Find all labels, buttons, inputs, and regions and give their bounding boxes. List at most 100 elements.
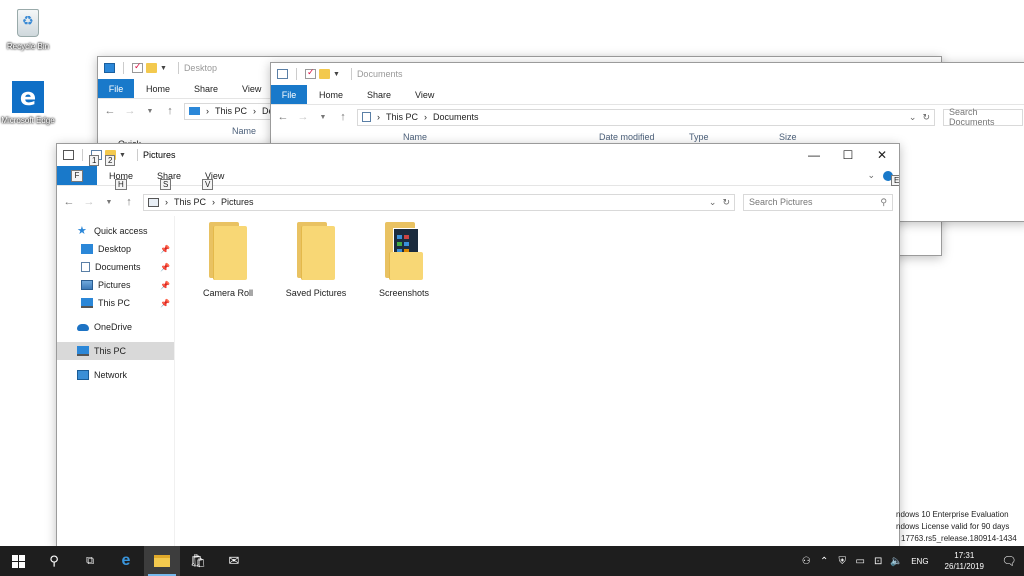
desktop-icon-label: Recycle Bin: [6, 42, 50, 51]
language-indicator[interactable]: ENG: [905, 557, 934, 566]
search-input[interactable]: Search Pictures ⚲: [743, 193, 893, 211]
volume-icon[interactable]: 🔈: [888, 546, 904, 576]
explorer-window-pictures[interactable]: ▼ Pictures — ☐ ✕ 1 2 F Home Share View ⌄…: [56, 143, 900, 547]
network-icon[interactable]: ⊡: [870, 546, 886, 576]
mail-button[interactable]: ✉: [216, 546, 252, 576]
sidebar-item-this-pc[interactable]: This PC: [57, 342, 174, 360]
folder-icon: [207, 222, 249, 280]
tab-view[interactable]: View: [230, 79, 273, 98]
sidebar-item-quick-access[interactable]: ★ Quick access: [57, 222, 174, 240]
up-icon[interactable]: ↑: [337, 111, 349, 123]
desktop-icon: [81, 244, 93, 254]
back-icon[interactable]: ←: [104, 105, 116, 117]
folder-item-screenshots[interactable]: Screenshots: [359, 222, 449, 298]
edge-button[interactable]: e: [108, 546, 144, 576]
properties-icon[interactable]: [305, 67, 316, 79]
back-icon[interactable]: ←: [277, 111, 289, 123]
security-icon[interactable]: ⛨: [834, 546, 850, 576]
desktop-icon-recycle-bin[interactable]: Recycle Bin: [0, 6, 56, 52]
sidebar-item-network[interactable]: Network: [57, 366, 174, 384]
pin-icon[interactable]: 📌: [160, 299, 170, 308]
breadcrumb-this-pc[interactable]: This PC: [174, 197, 206, 207]
properties-icon[interactable]: [132, 61, 143, 73]
sidebar-item-documents[interactable]: Documents 📌: [57, 258, 174, 276]
address-bar[interactable]: › This PC › Documents ⌄ ↻: [357, 108, 935, 126]
breadcrumb-this-pc[interactable]: This PC: [386, 112, 418, 122]
forward-icon[interactable]: →: [297, 111, 309, 123]
task-view-button[interactable]: ⧉: [72, 546, 108, 576]
sidebar-item-pictures[interactable]: Pictures 📌: [57, 276, 174, 294]
tab-share[interactable]: Share: [182, 79, 230, 98]
chevron-down-icon[interactable]: ⌄: [709, 197, 717, 208]
recent-locations-icon[interactable]: ▼: [144, 108, 156, 115]
column-name[interactable]: Name: [403, 132, 427, 142]
documents-icon: [362, 112, 371, 122]
sidebar-item-label: Network: [94, 370, 128, 380]
search-placeholder: Search Documents: [949, 107, 995, 127]
expand-ribbon-icon[interactable]: ⌄: [867, 170, 875, 181]
store-button[interactable]: 🛍: [180, 546, 216, 576]
address-bar[interactable]: › This PC › Pictures ⌄ ↻: [143, 193, 735, 211]
chevron-down-icon[interactable]: ▼: [119, 152, 126, 159]
sidebar-item-onedrive[interactable]: OneDrive: [57, 318, 174, 336]
documents-icon: [81, 262, 90, 272]
up-icon[interactable]: ↑: [164, 105, 176, 117]
back-icon[interactable]: ←: [63, 196, 75, 208]
search-icon[interactable]: ⚲: [880, 197, 887, 208]
folder-item-saved-pictures[interactable]: Saved Pictures: [271, 222, 361, 298]
sidebar-item-desktop[interactable]: Desktop 📌: [57, 240, 174, 258]
sidebar-item-label: This PC: [98, 298, 131, 308]
chevron-up-icon[interactable]: ⌃: [816, 546, 832, 576]
file-explorer-button[interactable]: [144, 546, 180, 576]
maximize-button[interactable]: ☐: [831, 144, 865, 166]
chevron-down-icon[interactable]: ▼: [160, 65, 167, 72]
tab-view[interactable]: View: [193, 166, 236, 185]
tab-share[interactable]: Share: [355, 85, 403, 104]
new-folder-icon[interactable]: [146, 63, 157, 73]
new-folder-icon[interactable]: [319, 69, 330, 79]
column-date-modified[interactable]: Date modified: [599, 132, 655, 142]
refresh-icon[interactable]: ↻: [922, 112, 930, 123]
breadcrumb-this-pc[interactable]: This PC: [215, 106, 247, 116]
pin-icon[interactable]: 📌: [160, 245, 170, 254]
column-type[interactable]: Type: [689, 132, 709, 142]
search-input[interactable]: Search Documents: [943, 107, 1023, 127]
column-size[interactable]: Size: [779, 132, 797, 142]
search-button[interactable]: ⚲: [36, 546, 72, 576]
window-title: Pictures: [142, 150, 176, 160]
navigation-bar: ← → ▼ ↑ › This PC › Documents ⌄ ↻ Search…: [271, 105, 1024, 129]
refresh-icon[interactable]: ↻: [722, 197, 730, 208]
folder-item-camera-roll[interactable]: Camera Roll: [183, 222, 273, 298]
pin-icon[interactable]: 📌: [160, 263, 170, 272]
search-placeholder: Search Pictures: [749, 197, 813, 207]
column-name[interactable]: Name: [232, 126, 256, 136]
forward-icon[interactable]: →: [83, 196, 95, 208]
start-button[interactable]: [0, 546, 36, 576]
clock[interactable]: 17:31 26/11/2019: [935, 550, 994, 572]
pin-icon[interactable]: 📌: [160, 281, 170, 290]
chevron-down-icon[interactable]: ⌄: [909, 112, 917, 123]
tab-view[interactable]: View: [403, 85, 446, 104]
recent-locations-icon[interactable]: ▼: [103, 199, 115, 206]
tab-file[interactable]: File: [98, 79, 134, 98]
tab-file[interactable]: File: [271, 85, 307, 104]
navigation-bar: ← → ▼ ↑ › This PC › Pictures ⌄ ↻ Search …: [57, 190, 899, 214]
minimize-button[interactable]: —: [797, 144, 831, 166]
breadcrumb-documents[interactable]: Documents: [433, 112, 479, 122]
chevron-down-icon[interactable]: ▼: [333, 71, 340, 78]
keytip-view: V: [202, 179, 214, 190]
tab-home[interactable]: Home: [134, 79, 182, 98]
close-button[interactable]: ✕: [865, 144, 899, 166]
people-icon[interactable]: ⚇: [798, 546, 814, 576]
up-icon[interactable]: ↑: [123, 196, 135, 208]
desktop-icon-edge[interactable]: e Microsoft Edge: [0, 80, 56, 126]
tab-home[interactable]: Home: [307, 85, 355, 104]
breadcrumb-pictures[interactable]: Pictures: [221, 197, 254, 207]
onedrive-icon: [77, 323, 89, 331]
battery-icon[interactable]: ▭: [852, 546, 868, 576]
tab-file[interactable]: F: [57, 166, 97, 185]
forward-icon[interactable]: →: [124, 105, 136, 117]
recent-locations-icon[interactable]: ▼: [317, 114, 329, 121]
sidebar-item-this-pc-pinned[interactable]: This PC 📌: [57, 294, 174, 312]
action-center-button[interactable]: 🗨: [994, 546, 1024, 576]
